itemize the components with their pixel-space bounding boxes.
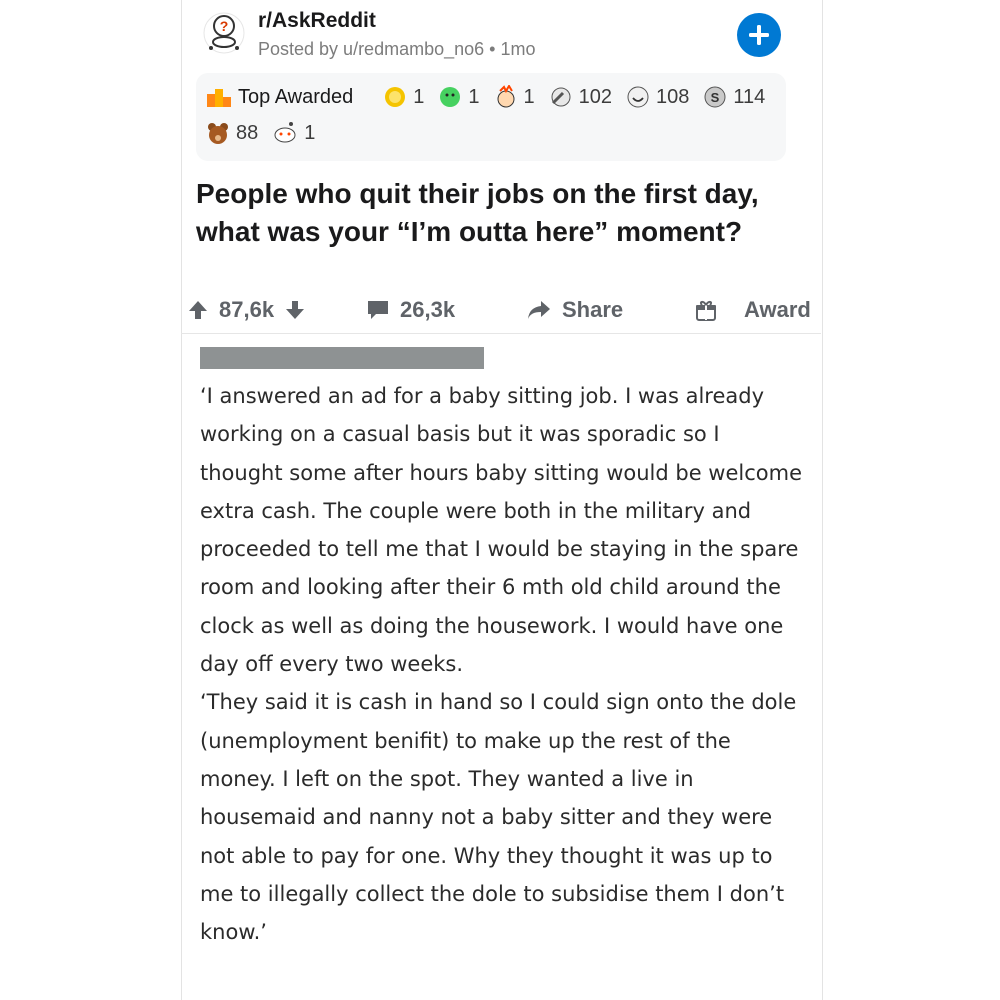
comment-body: ‘I answered an ad for a baby sitting job… xyxy=(200,377,805,951)
comment-paragraph: ‘I answered an ad for a baby sitting job… xyxy=(200,384,802,677)
plus-icon xyxy=(749,25,769,45)
subreddit-name[interactable]: r/AskReddit xyxy=(258,9,376,33)
snoo-award-icon xyxy=(274,122,296,143)
vote-score: 87,6k xyxy=(219,297,275,322)
award-button[interactable]: Award xyxy=(694,287,811,333)
award-count: 1 xyxy=(468,85,480,108)
gift-icon xyxy=(696,301,716,321)
award-count: 108 xyxy=(656,85,690,108)
award-count: 1 xyxy=(304,121,316,144)
award-item[interactable]: 1 xyxy=(494,85,535,109)
bear-award-icon xyxy=(208,123,228,144)
awards-row-1: Top Awarded 1 1 1 102 108 S 114 xyxy=(206,85,779,109)
gold-sun-award-icon xyxy=(385,87,406,107)
award-count: 1 xyxy=(523,85,535,108)
comment-bubble-icon xyxy=(368,301,388,319)
svg-text:S: S xyxy=(711,90,720,105)
comment-count: 26,3k xyxy=(400,297,456,322)
award-item[interactable]: 1 xyxy=(272,121,315,145)
svg-text:?: ? xyxy=(220,18,229,34)
award-item[interactable]: 1 xyxy=(383,85,424,109)
redacted-username-bar xyxy=(200,347,484,369)
post-action-bar: 87,6k 26,3k Share Award xyxy=(181,287,821,334)
award-count: 102 xyxy=(578,85,613,108)
award-item[interactable]: 1 xyxy=(438,85,480,109)
post-author-meta[interactable]: Posted by u/redmambo_no6 • 1mo xyxy=(258,39,535,60)
top-awarded-label: Top Awarded xyxy=(238,85,354,108)
podium-icon xyxy=(207,89,231,107)
join-button[interactable] xyxy=(737,13,781,57)
mind-blown-award-icon xyxy=(497,85,515,108)
downvote-arrow-icon[interactable] xyxy=(284,299,306,321)
top-awarded-badge: Top Awarded xyxy=(206,86,369,109)
share-arrow-icon xyxy=(528,301,550,319)
green-face-award-icon xyxy=(440,87,461,107)
askreddit-snoo-icon[interactable]: ? xyxy=(203,12,245,54)
award-item[interactable]: 102 xyxy=(549,85,612,109)
comments-button[interactable]: 26,3k xyxy=(366,287,455,333)
awards-row-2: 88 1 xyxy=(206,121,329,145)
award-item[interactable]: S 114 xyxy=(703,85,765,109)
vote-control: 87,6k xyxy=(187,287,316,333)
post-title[interactable]: People who quit their jobs on the first … xyxy=(196,175,796,251)
comment-paragraph: ‘They said it is cash in hand so I could… xyxy=(200,690,797,945)
silver-coin-award-icon: S xyxy=(704,86,726,108)
upvote-arrow-icon[interactable] xyxy=(187,299,209,321)
laugh-award-icon xyxy=(627,86,649,108)
award-count: 114 xyxy=(733,85,766,108)
award-label: Award xyxy=(744,297,811,322)
share-button[interactable]: Share xyxy=(526,287,623,333)
share-label: Share xyxy=(562,297,624,322)
award-item[interactable]: 88 xyxy=(206,121,258,145)
award-item[interactable]: 108 xyxy=(626,85,689,109)
award-count: 1 xyxy=(413,85,425,108)
facepalm-award-icon xyxy=(551,87,571,107)
award-count: 88 xyxy=(236,121,259,144)
